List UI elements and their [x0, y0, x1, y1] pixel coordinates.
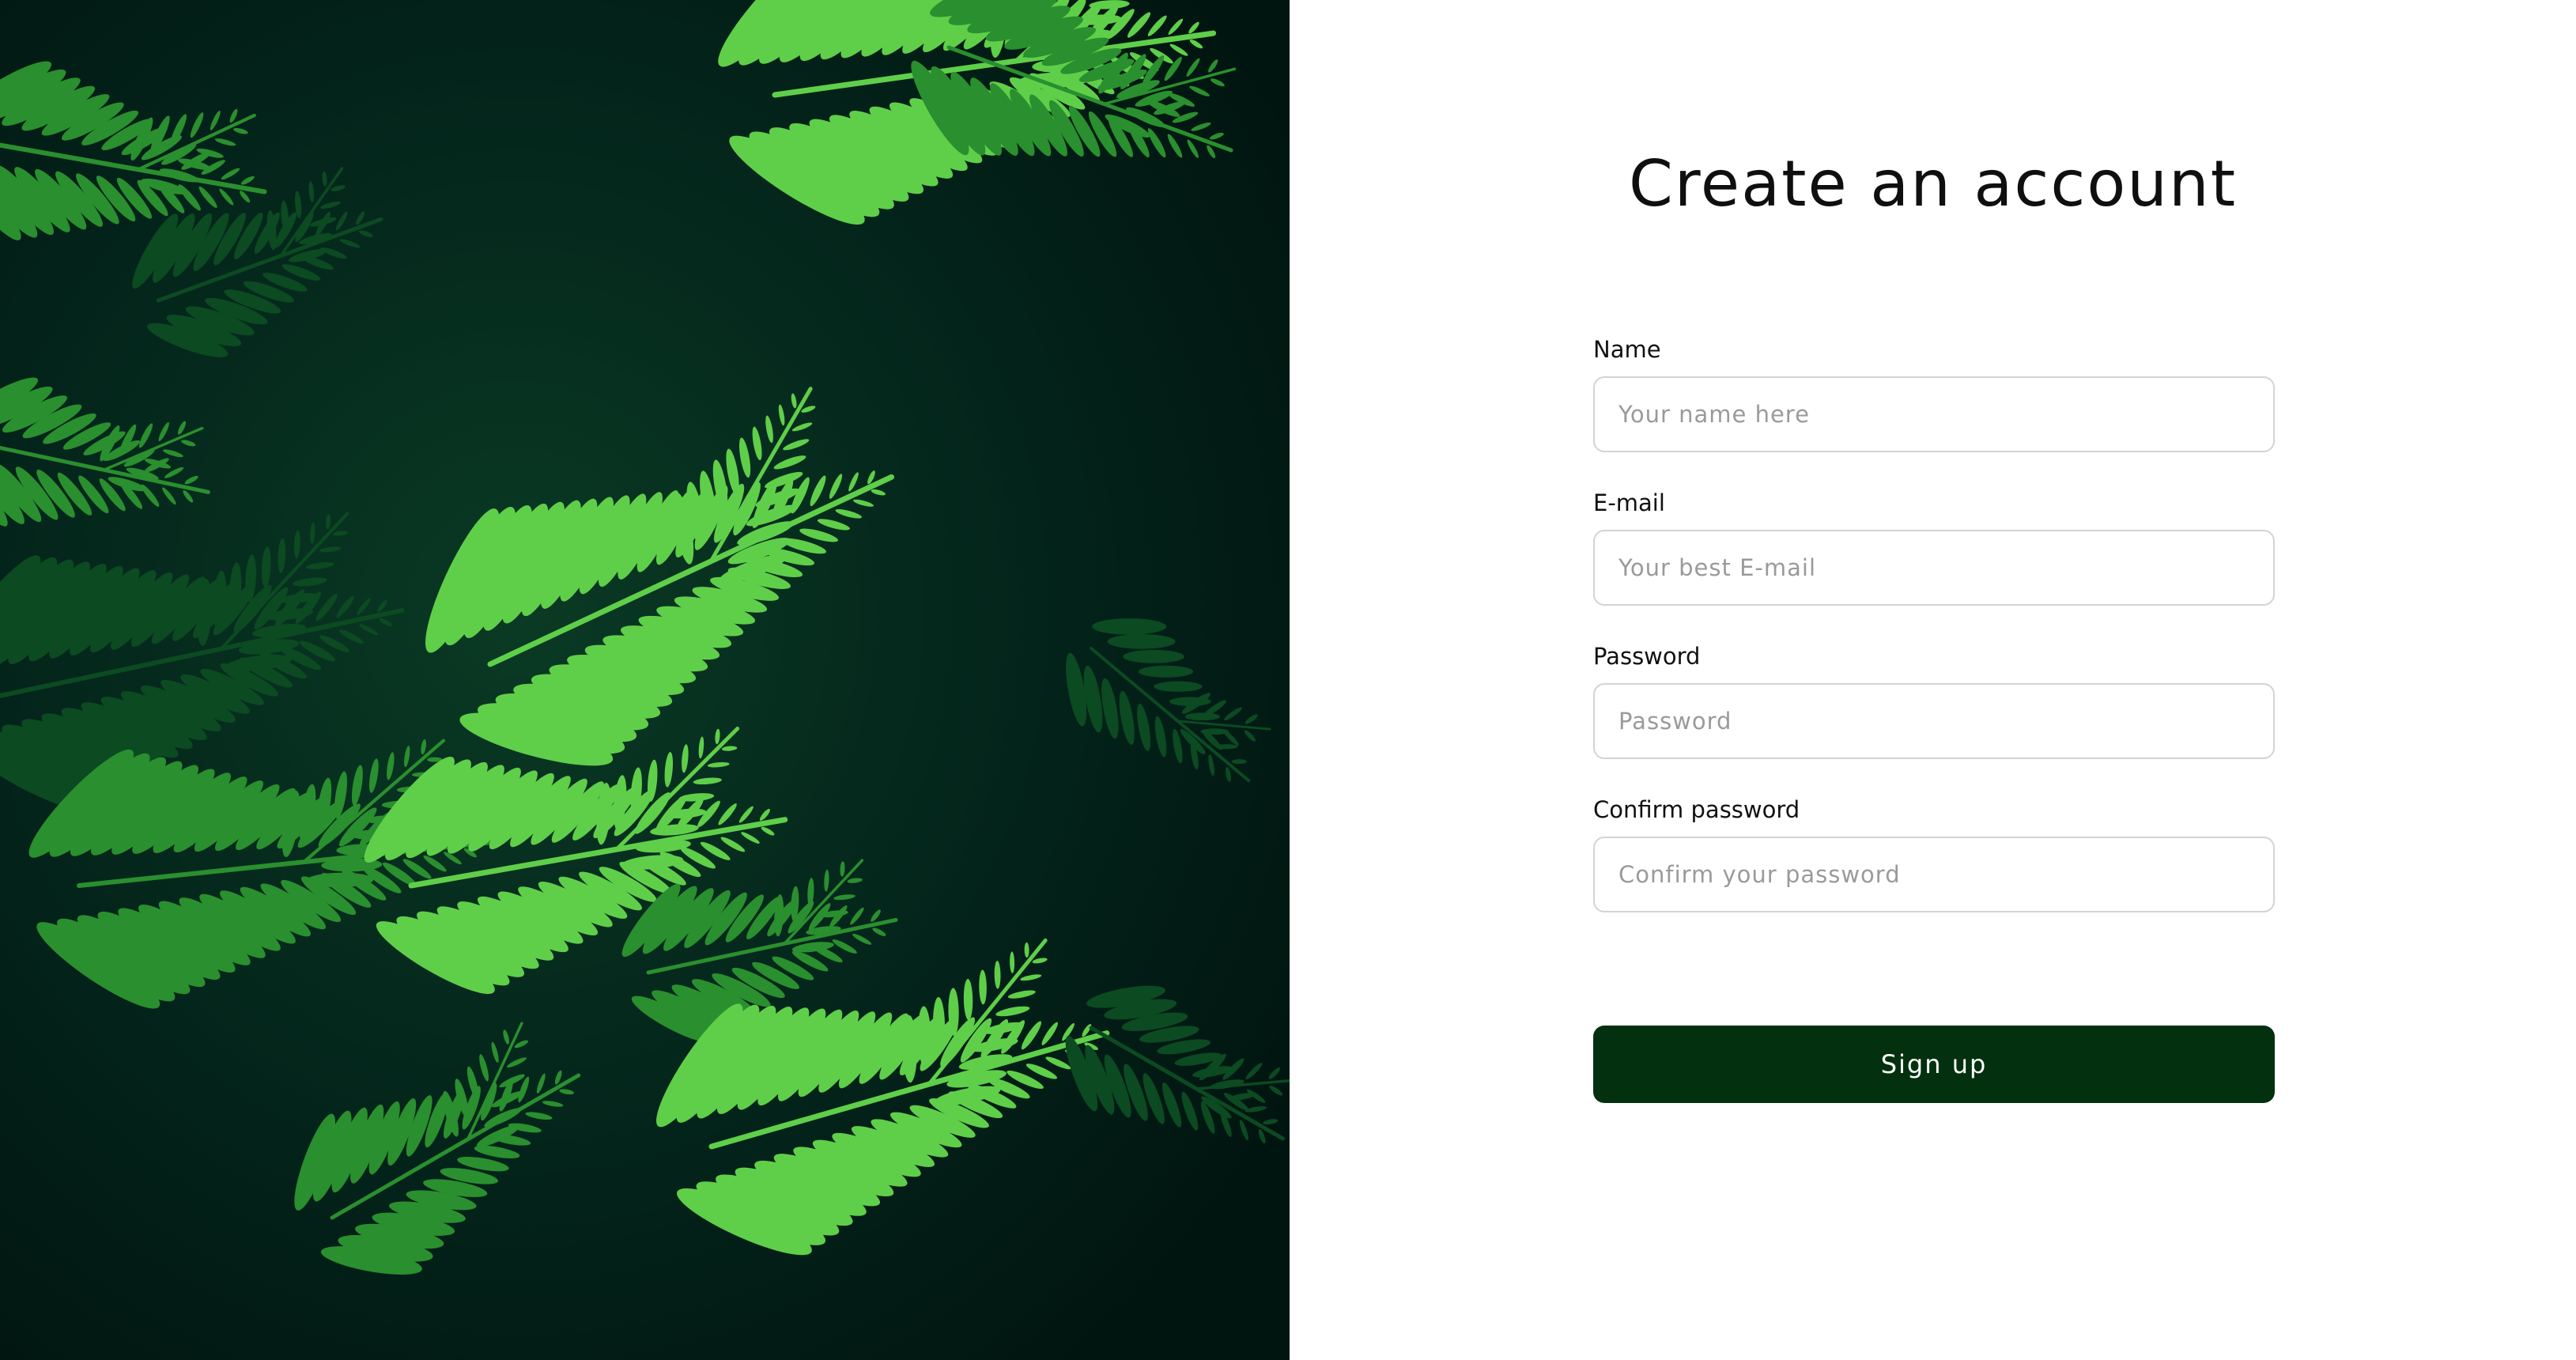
confirm-password-input[interactable] — [1593, 837, 2275, 912]
name-input[interactable] — [1593, 376, 2275, 452]
email-input[interactable] — [1593, 530, 2275, 606]
email-field-group: E-mail — [1593, 485, 2275, 606]
signup-page: Create an account Name E-mail Password C… — [0, 0, 2576, 1360]
signup-form-panel: Create an account Name E-mail Password C… — [1290, 0, 2576, 1360]
password-label: Password — [1593, 643, 1701, 670]
sign-up-button[interactable]: Sign up — [1593, 1026, 2275, 1103]
password-field-group: Password — [1593, 639, 2275, 759]
confirm-password-label: Confirm password — [1593, 796, 1800, 823]
name-label: Name — [1593, 336, 1661, 363]
fern-branches-image — [0, 0, 1290, 1360]
email-label: E-mail — [1593, 489, 1665, 516]
name-field-group: Name — [1593, 332, 2275, 452]
page-title: Create an account — [1628, 147, 2238, 221]
hero-image — [0, 0, 1290, 1360]
confirm-password-field-group: Confirm password — [1593, 792, 2275, 912]
password-input[interactable] — [1593, 683, 2275, 759]
